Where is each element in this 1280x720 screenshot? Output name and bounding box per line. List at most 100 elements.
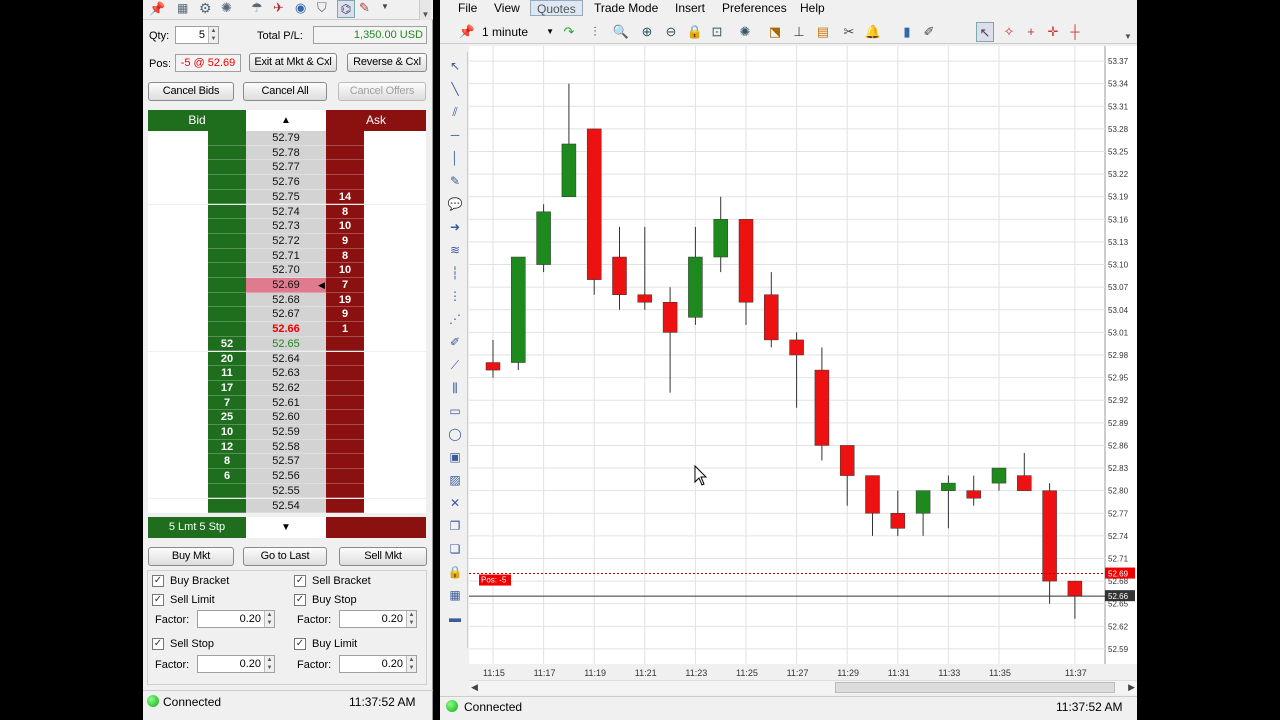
buy-market-button[interactable]: Buy Mkt xyxy=(148,547,234,566)
menu-trade-mode[interactable]: Trade Mode xyxy=(594,0,658,16)
pitchfork-icon[interactable]: ⋰ xyxy=(446,310,464,328)
ask-cell[interactable] xyxy=(326,454,364,470)
cancel-offers-button[interactable]: Cancel Offers xyxy=(338,82,426,101)
ask-blank-cell[interactable] xyxy=(364,175,426,190)
price-cell[interactable]: 52.67 xyxy=(246,307,326,323)
ask-blank-cell[interactable] xyxy=(364,410,426,425)
ladder-row[interactable]: 52.72 9 xyxy=(148,233,426,249)
bid-cell[interactable]: 25 xyxy=(208,410,246,425)
qty-field[interactable]: 5 ▲ ▼ xyxy=(175,26,219,44)
bid-blank-cell[interactable] xyxy=(148,483,208,499)
ladder-row[interactable]: 17 52.62 xyxy=(148,380,426,396)
price-cell[interactable]: 52.79 xyxy=(246,131,326,146)
menu-quotes[interactable]: Quotes xyxy=(530,0,583,16)
chart-scroll-down[interactable]: ▼ xyxy=(1124,32,1132,41)
ladder-row[interactable]: 52.76 xyxy=(148,175,426,190)
bid-blank-cell[interactable] xyxy=(148,454,208,470)
ladder-row[interactable]: 52.77 xyxy=(148,160,426,176)
palette-icon[interactable]: ▤ xyxy=(814,22,832,42)
ask-cell[interactable] xyxy=(326,175,364,190)
bid-blank-cell[interactable] xyxy=(148,145,208,161)
scissors-icon[interactable]: ✂ xyxy=(840,22,858,42)
vline-icon[interactable]: │ xyxy=(446,149,464,167)
fit-icon[interactable]: ⊡ xyxy=(708,22,726,42)
ask-cell[interactable] xyxy=(326,160,364,176)
bid-blank-cell[interactable] xyxy=(148,189,208,205)
bid-blank-cell[interactable] xyxy=(148,175,208,190)
ask-cell[interactable]: 9 xyxy=(326,233,364,249)
ask-blank-cell[interactable] xyxy=(364,307,426,323)
bid-cell[interactable]: 52 xyxy=(208,336,246,352)
ask-cell[interactable] xyxy=(326,498,364,514)
callout-icon[interactable]: 💬 xyxy=(446,195,464,213)
fan-icon[interactable]: ⟋ xyxy=(446,356,464,374)
ladder-row[interactable]: 52.78 xyxy=(148,145,426,161)
price-cell[interactable]: 52.64 xyxy=(246,351,326,367)
bid-cell[interactable] xyxy=(208,160,246,176)
lightbulb-icon[interactable]: ☂ xyxy=(251,0,263,16)
ask-blank-cell[interactable] xyxy=(364,469,426,484)
scroll-up-button[interactable]: ▲ xyxy=(246,110,326,131)
crosshair-icon[interactable]: + xyxy=(1022,22,1040,42)
bid-blank-cell[interactable] xyxy=(148,395,208,411)
ask-cell[interactable] xyxy=(326,366,364,381)
cancel-all-button[interactable]: Cancel All xyxy=(243,82,327,101)
sell-limit-factor-field[interactable]: 0.20 ▲ ▼ xyxy=(197,610,275,628)
bid-cell[interactable] xyxy=(208,189,246,205)
bid-cell[interactable] xyxy=(208,175,246,190)
price-cell[interactable]: 52.54 xyxy=(246,498,326,514)
ask-cell[interactable]: 10 xyxy=(326,263,364,278)
bell-icon[interactable]: 🔔 xyxy=(864,22,882,42)
ask-blank-cell[interactable] xyxy=(364,336,426,352)
ask-cell[interactable] xyxy=(326,380,364,396)
price-cell[interactable]: 52.71 xyxy=(246,248,326,264)
ladder-row[interactable]: 52.73 10 xyxy=(148,219,426,234)
bid-cell[interactable] xyxy=(208,131,246,146)
cancel-bids-button[interactable]: Cancel Bids xyxy=(148,82,234,101)
ask-blank-cell[interactable] xyxy=(364,278,426,293)
ask-blank-cell[interactable] xyxy=(364,131,426,146)
swirl-icon[interactable]: ✺ xyxy=(736,22,754,42)
ask-blank-cell[interactable] xyxy=(364,248,426,264)
ask-cell[interactable] xyxy=(326,145,364,161)
bid-blank-cell[interactable] xyxy=(148,160,208,176)
bid-cell[interactable] xyxy=(208,322,246,337)
gauge-icon[interactable]: ▬ xyxy=(446,609,464,627)
pen-icon[interactable]: ✐ xyxy=(446,333,464,351)
studies-icon[interactable]: ⊥ xyxy=(790,22,808,42)
exit-at-market-button[interactable]: Exit at Mkt & Cxl xyxy=(249,53,337,72)
cursor-icon[interactable]: ↖ xyxy=(976,22,994,42)
bar-type-icon[interactable]: ⫶ xyxy=(586,22,604,42)
chart-tool-icon[interactable]: ⌬ xyxy=(337,0,355,18)
bid-cell[interactable] xyxy=(208,204,246,220)
qty-stepper[interactable]: ▲ ▼ xyxy=(208,27,218,43)
star-crosshair-icon[interactable]: ✧ xyxy=(1000,22,1018,42)
price-cell[interactable]: 52.78 xyxy=(246,145,326,161)
ladder-row[interactable]: 52.67 9 xyxy=(148,307,426,323)
bid-cell[interactable]: 11 xyxy=(208,366,246,381)
price-cell[interactable]: 52.58 xyxy=(246,439,326,455)
bid-header[interactable]: Bid xyxy=(148,110,246,131)
brush-icon[interactable]: ✎ xyxy=(359,0,370,16)
factor-stepper[interactable]: ▲ ▼ xyxy=(406,611,416,627)
dom-scrollbar[interactable]: ▼ xyxy=(419,0,431,20)
price-cell[interactable]: 52.69 xyxy=(246,278,326,293)
scroll-right-icon[interactable]: ▶ xyxy=(1128,682,1135,693)
wave-icon[interactable]: ≋ xyxy=(446,241,464,259)
ask-cell[interactable] xyxy=(326,131,364,146)
sell-market-button[interactable]: Sell Mkt xyxy=(339,547,427,566)
menu-file[interactable]: File xyxy=(458,0,477,16)
price-cell[interactable]: 52.68 xyxy=(246,292,326,308)
price-cell[interactable]: 52.63 xyxy=(246,366,326,381)
ladder-row[interactable]: 52.79 xyxy=(148,131,426,146)
buy-bracket-checkbox[interactable]: ✓ xyxy=(152,575,164,587)
refresh-icon[interactable]: ↷ xyxy=(560,22,578,42)
ladder-row[interactable]: 52.68 19 xyxy=(148,292,426,308)
price-cell[interactable]: 52.76 xyxy=(246,175,326,190)
ladder-row[interactable]: 7 52.61 xyxy=(148,395,426,411)
bid-blank-cell[interactable] xyxy=(148,439,208,455)
ellipse-icon[interactable]: ◯ xyxy=(446,425,464,443)
bid-cell[interactable]: 17 xyxy=(208,380,246,396)
menu-preferences[interactable]: Preferences xyxy=(722,0,787,16)
bid-blank-cell[interactable] xyxy=(148,307,208,323)
